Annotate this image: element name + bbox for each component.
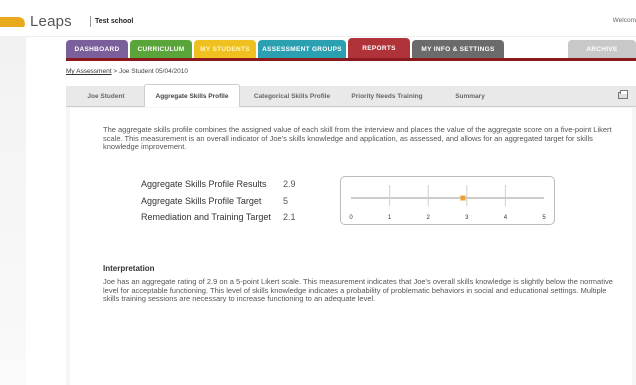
tab-my-students[interactable]: MY STUDENTS — [194, 40, 256, 58]
tab-my-info-settings[interactable]: MY INFO & SETTINGS — [412, 40, 504, 58]
welcome-text: Welcom — [612, 17, 636, 24]
likert-scale-svg: 0 1 2 3 4 5 — [349, 185, 546, 221]
breadcrumb-separator: > — [113, 68, 118, 75]
likert-scale-chart: 0 1 2 3 4 5 — [340, 176, 555, 225]
breadcrumb-link-my-assessment[interactable]: My Assessment — [66, 68, 112, 75]
metric-label: Aggregate Skills Profile Results — [141, 179, 267, 190]
breadcrumb: My Assessment > Joe Student 05/04/2010 — [66, 68, 188, 75]
metric-value: 5 — [283, 195, 289, 206]
scale-tick-label: 2 — [427, 215, 431, 221]
metrics-table: Aggregate Skills Profile Results 2.9 Agg… — [141, 176, 296, 226]
brand-name: Leaps — [30, 12, 72, 30]
scale-tick-label: 1 — [388, 215, 392, 221]
leaps-logo[interactable]: Leaps — [0, 11, 72, 31]
tab-dashboard[interactable]: DASHBOARD — [66, 40, 128, 58]
nav-underline — [66, 58, 636, 61]
subtab-aggregate-skills-profile[interactable]: Aggregate Skills Profile — [144, 84, 240, 107]
scale-tick-label: 3 — [465, 215, 469, 221]
subtab-priority-needs-training[interactable]: Priority Needs Training — [342, 86, 432, 106]
scale-tick-label: 0 — [349, 215, 353, 221]
leaps-logo-mark-icon — [0, 17, 28, 27]
metric-label: Remediation and Training Target — [141, 212, 271, 223]
tab-reports[interactable]: REPORTS — [348, 38, 410, 58]
scale-tick-label: 5 — [542, 215, 546, 221]
tab-curriculum[interactable]: CURRICULUM — [130, 40, 192, 58]
top-bar: Leaps Test school Welcom — [0, 0, 636, 37]
report-subtabs: Joe Student Aggregate Skills Profile Cat… — [66, 84, 636, 107]
tab-assessment-groups[interactable]: ASSESSMENT GROUPS — [258, 40, 346, 58]
interpretation-title: Interpretation — [103, 264, 155, 273]
metric-label: Aggregate Skills Profile Target — [141, 195, 262, 206]
metric-value: 2.9 — [283, 179, 296, 190]
subtab-joe-student[interactable]: Joe Student — [74, 86, 138, 106]
intro-paragraph: The aggregate skills profile combines th… — [103, 125, 612, 152]
tab-archive[interactable]: ARCHIVE — [568, 40, 636, 58]
interpretation-text: Joe has an aggregate rating of 2.9 on a … — [103, 277, 613, 304]
main-nav: DASHBOARD CURRICULUM MY STUDENTS ASSESSM… — [66, 38, 636, 58]
metric-row: Aggregate Skills Profile Results 2.9 — [141, 176, 296, 193]
breadcrumb-current: Joe Student 05/04/2010 — [118, 68, 188, 75]
subtab-categorical-skills-profile[interactable]: Categorical Skills Profile — [244, 86, 340, 106]
scale-tick-label: 4 — [504, 215, 508, 221]
metric-row: Remediation and Training Target 2.1 — [141, 209, 296, 226]
subtab-summary[interactable]: Summary — [442, 86, 498, 106]
printer-icon[interactable] — [618, 90, 628, 99]
left-margin-strip — [0, 36, 26, 385]
metric-row: Aggregate Skills Profile Target 5 — [141, 193, 296, 210]
school-name: Test school — [90, 16, 133, 27]
scale-marker — [460, 195, 466, 201]
metric-value: 2.1 — [283, 212, 296, 223]
